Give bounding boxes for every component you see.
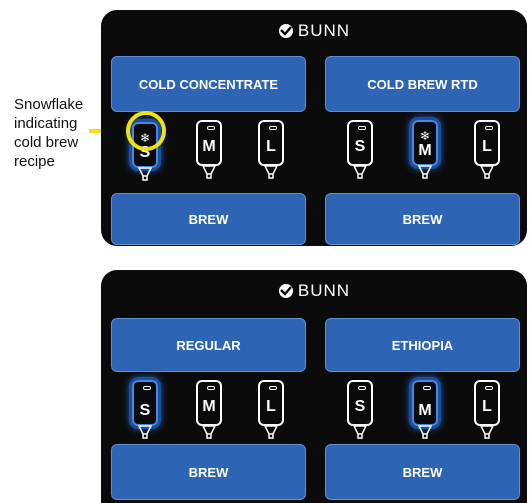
dispense-tip-icon <box>202 165 216 179</box>
dispense-tip-icon <box>202 425 216 439</box>
recipe-button-ethiopia[interactable]: ETHIOPIA <box>325 318 520 372</box>
dispense-tip-icon <box>264 425 278 439</box>
callout-ring <box>126 111 166 151</box>
dispense-tip-icon <box>138 167 152 181</box>
size-medium-button[interactable]: M <box>196 380 222 442</box>
size-letter: M <box>418 142 432 159</box>
recipe-button-cold-brew-rtd[interactable]: COLD BREW RTD <box>325 56 520 112</box>
bunn-logo-icon <box>278 284 293 298</box>
size-large-button[interactable]: L <box>474 120 500 182</box>
dispense-tip-icon <box>138 425 152 439</box>
dispense-tip-icon <box>418 165 432 179</box>
size-large-button[interactable]: L <box>474 380 500 442</box>
snowflake-icon: ❄ <box>419 129 431 143</box>
bunn-logo: BUNN <box>101 280 527 302</box>
size-letter: S <box>354 398 366 415</box>
brand-name: BUNN <box>297 281 351 300</box>
bunn-logo-icon <box>278 24 293 38</box>
size-large-button[interactable]: L <box>258 120 284 182</box>
size-medium-button[interactable]: M <box>196 120 222 182</box>
dispense-tip-icon <box>264 165 278 179</box>
size-large-button[interactable]: L <box>258 380 284 442</box>
size-letter: L <box>482 138 492 155</box>
size-small-button[interactable]: S <box>132 380 158 442</box>
dispense-tip-icon <box>418 425 432 439</box>
recipe-button-regular[interactable]: REGULAR <box>111 318 306 372</box>
size-letter: M <box>418 402 432 419</box>
brew-button-right[interactable]: BREW <box>325 193 520 245</box>
size-medium-button[interactable]: M <box>412 380 438 442</box>
size-letter: S <box>354 138 366 155</box>
size-letter: M <box>202 398 216 415</box>
dispense-tip-icon <box>480 425 494 439</box>
size-letter: M <box>202 138 216 155</box>
bunn-logo: BUNN <box>101 20 527 42</box>
size-letter: L <box>266 138 276 155</box>
size-letter: L <box>266 398 276 415</box>
brew-button-left[interactable]: BREW <box>111 193 306 245</box>
dispense-tip-icon <box>353 165 367 179</box>
brand-name: BUNN <box>297 21 351 40</box>
brewer-panel-hot: BUNN REGULAR ETHIOPIA S M L S M L BREW B… <box>101 270 527 503</box>
recipe-button-cold-concentrate[interactable]: COLD CONCENTRATE <box>111 56 306 112</box>
brew-button-right[interactable]: BREW <box>325 444 520 500</box>
size-small-button[interactable]: S <box>347 120 373 182</box>
brew-button-left[interactable]: BREW <box>111 444 306 500</box>
size-letter: L <box>482 398 492 415</box>
size-letter: S <box>139 402 151 419</box>
dispense-tip-icon <box>480 165 494 179</box>
size-small-button[interactable]: S <box>347 380 373 442</box>
dispense-tip-icon <box>353 425 367 439</box>
size-medium-button[interactable]: ❄ M <box>412 120 438 182</box>
